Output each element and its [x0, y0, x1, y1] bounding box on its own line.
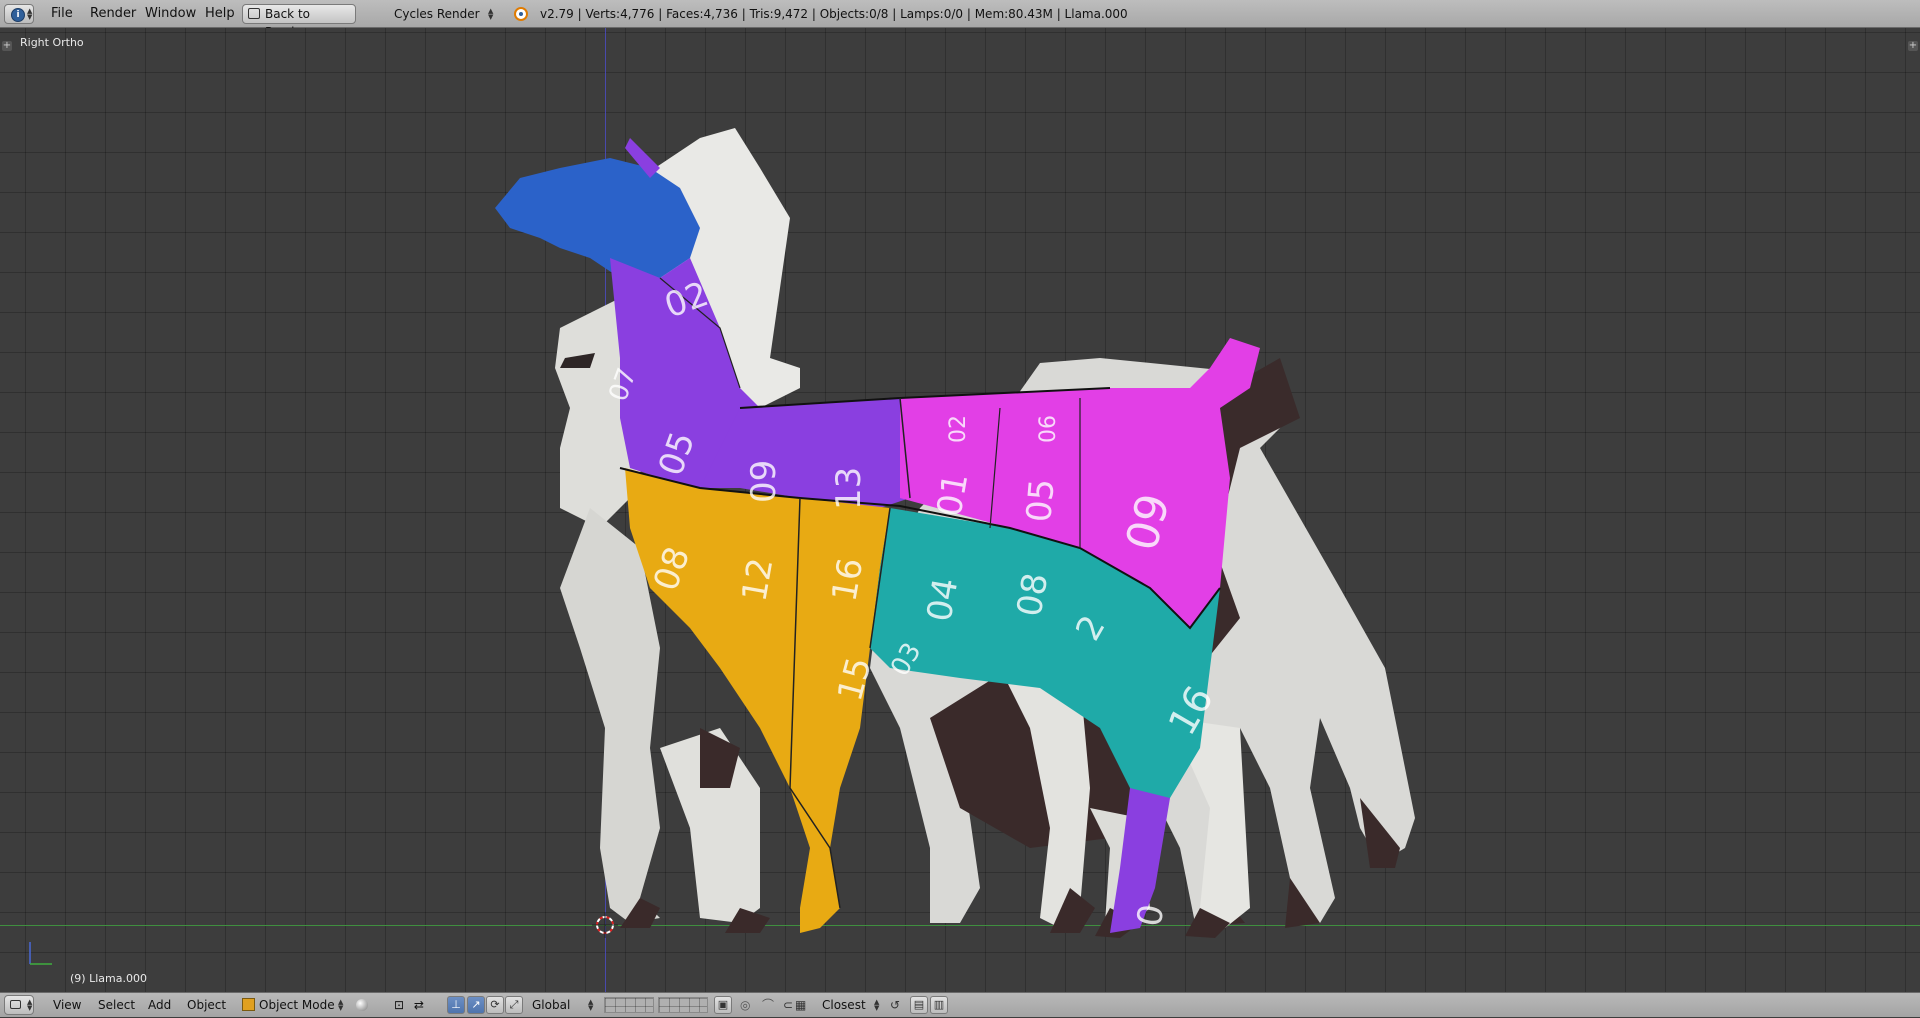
- menu-view[interactable]: View: [53, 993, 81, 1018]
- 3d-cursor-icon[interactable]: [592, 912, 618, 938]
- llama-models: 02 07 05 09 13 01 05 09 02 06 08 12 16 0…: [495, 128, 1415, 938]
- updown-arrows-icon: ▲ ▼: [488, 7, 494, 21]
- render-engine-select[interactable]: Cycles Render ▲ ▼: [384, 4, 502, 24]
- 3d-view-editor-icon: [10, 1000, 21, 1009]
- view-name-label: Right Ortho: [20, 36, 84, 49]
- manipulator-icon: ⇄: [413, 998, 424, 1012]
- uv-label: 05: [1019, 477, 1063, 524]
- uv-label: 12: [734, 555, 781, 605]
- menu-help[interactable]: Help: [205, 0, 235, 28]
- manipulator-toggle-icon[interactable]: ⊥: [447, 996, 465, 1014]
- uv-label: 01: [929, 470, 976, 520]
- scene-stats: v2.79 | Verts:4,776 | Faces:4,736 | Tris…: [540, 7, 1128, 21]
- 3d-view-header: ▲ ▼ View Select Add Object Object Mode ▲ ▼…: [0, 992, 1920, 1017]
- menu-file[interactable]: File: [51, 0, 73, 28]
- 3d-viewport[interactable]: 02 07 05 09 13 01 05 09 02 06 08 12 16 0…: [0, 28, 1920, 992]
- mode-select[interactable]: Object Mode ▲ ▼: [238, 996, 348, 1015]
- object-mode-icon: [242, 998, 255, 1011]
- proportional-edit-icon[interactable]: ◎: [740, 993, 750, 1018]
- uv-label: 02: [946, 415, 971, 443]
- menu-window[interactable]: Window: [145, 0, 196, 28]
- info-header: i ▲▼ File Render Window Help Back to Pre…: [0, 0, 1920, 39]
- uv-label: 06: [1036, 415, 1061, 443]
- menu-object[interactable]: Object: [187, 993, 226, 1018]
- editor-type-button[interactable]: ▲ ▼: [4, 995, 34, 1015]
- rotate-icon[interactable]: ⟳: [486, 996, 504, 1014]
- updown-arrows-icon: ▲ ▼: [338, 998, 344, 1012]
- orientation-label: Global: [532, 998, 571, 1012]
- screen-back-icon: [248, 8, 260, 19]
- uv-label: 16: [824, 555, 871, 605]
- lock-layers-icon[interactable]: ▣: [714, 996, 732, 1014]
- active-object-label: (9) Llama.000: [70, 972, 147, 985]
- back-to-previous-button[interactable]: Back to Previous: [242, 4, 356, 39]
- uv-label: 09: [744, 460, 784, 503]
- properties-toggle-icon[interactable]: +: [1908, 41, 1918, 51]
- pivot-select[interactable]: ⊡ ⇄: [390, 996, 438, 1015]
- snap-element-icon[interactable]: ▦: [795, 993, 806, 1018]
- layers-group-2[interactable]: [658, 997, 708, 1013]
- snap-toggle-icon[interactable]: ⊂: [783, 993, 793, 1018]
- updown-arrows-icon: ▲ ▼: [27, 7, 33, 21]
- updown-arrows-icon: ▲ ▼: [874, 998, 880, 1012]
- uv-label: 04: [919, 575, 966, 625]
- editor-type-button[interactable]: i ▲ ▼: [4, 4, 34, 24]
- view-axes-icon: [29, 942, 52, 965]
- toolshelf-toggle-icon[interactable]: +: [2, 41, 12, 51]
- render-image-icon[interactable]: ▤: [910, 996, 928, 1014]
- falloff-icon[interactable]: ⌒: [762, 993, 774, 1018]
- render-engine-label: Cycles Render: [394, 7, 480, 21]
- transform-orientation-select[interactable]: Global ▲ ▼: [528, 996, 598, 1015]
- solid-shading-icon: [356, 999, 368, 1011]
- scale-icon[interactable]: ⤢: [505, 996, 523, 1014]
- translate-icon[interactable]: ↗: [467, 996, 485, 1014]
- snap-target-select[interactable]: Closest ▲ ▼: [818, 996, 884, 1015]
- uv-label: 08: [1009, 570, 1056, 620]
- snap-rotation-icon[interactable]: ↺: [890, 993, 900, 1018]
- pivot-point-icon: ⊡: [394, 998, 405, 1012]
- updown-arrows-icon: ▲ ▼: [27, 998, 33, 1012]
- menu-add[interactable]: Add: [148, 993, 171, 1018]
- render-animation-icon[interactable]: ▥: [930, 996, 948, 1014]
- info-icon: i: [11, 8, 25, 22]
- viewport-shading-select[interactable]: [352, 996, 382, 1015]
- snap-target-label: Closest: [822, 998, 866, 1012]
- menu-select[interactable]: Select: [98, 993, 135, 1018]
- menu-render[interactable]: Render: [90, 0, 136, 28]
- mode-label: Object Mode: [259, 998, 335, 1012]
- uv-label: 13: [829, 467, 869, 510]
- layers-group-1[interactable]: [604, 997, 654, 1013]
- updown-arrows-icon: ▲ ▼: [588, 998, 594, 1012]
- blender-logo-icon: [514, 7, 528, 21]
